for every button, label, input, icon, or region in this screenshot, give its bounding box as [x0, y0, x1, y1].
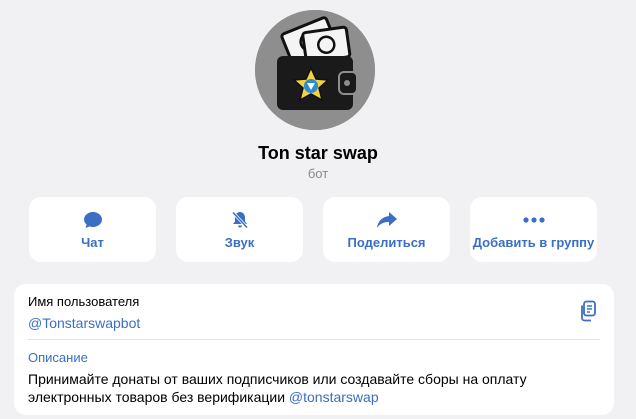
profile-type-label: бот: [307, 166, 329, 181]
copy-icon[interactable]: [578, 300, 598, 327]
share-button-label: Поделиться: [347, 235, 426, 250]
sound-button-label: Звук: [224, 235, 255, 250]
description-text: Принимайте донаты от ваших подписчиков и…: [28, 370, 600, 406]
description-label: Описание: [28, 350, 88, 365]
wallet-star-icon: $: [255, 10, 375, 130]
description-body: Принимайте донаты от ваших подписчиков и…: [28, 371, 527, 405]
chat-button[interactable]: Чат: [29, 197, 156, 262]
username-label: Имя пользователя: [28, 294, 140, 309]
add-to-group-button-label: Добавить в группу: [472, 235, 595, 250]
sound-button[interactable]: Звук: [176, 197, 303, 262]
username-value[interactable]: @Tonstarswapbot: [28, 315, 140, 331]
action-bar: Чат Звук Поделиться Добавить в группу: [29, 197, 597, 262]
share-button[interactable]: Поделиться: [323, 197, 450, 262]
info-card: Имя пользователя @Tonstarswapbot Описани…: [14, 284, 614, 415]
chat-button-label: Чат: [81, 235, 104, 250]
divider: [28, 339, 600, 340]
description-link[interactable]: @tonstarswap: [289, 389, 379, 405]
chat-bubble-icon: [83, 209, 103, 231]
add-to-group-button[interactable]: Добавить в группу: [470, 197, 597, 262]
profile-name: Ton star swap: [258, 143, 378, 163]
share-arrow-icon: [376, 209, 398, 231]
more-dots-icon: [522, 209, 545, 231]
bell-muted-icon: [230, 209, 250, 231]
avatar[interactable]: $: [255, 10, 375, 130]
